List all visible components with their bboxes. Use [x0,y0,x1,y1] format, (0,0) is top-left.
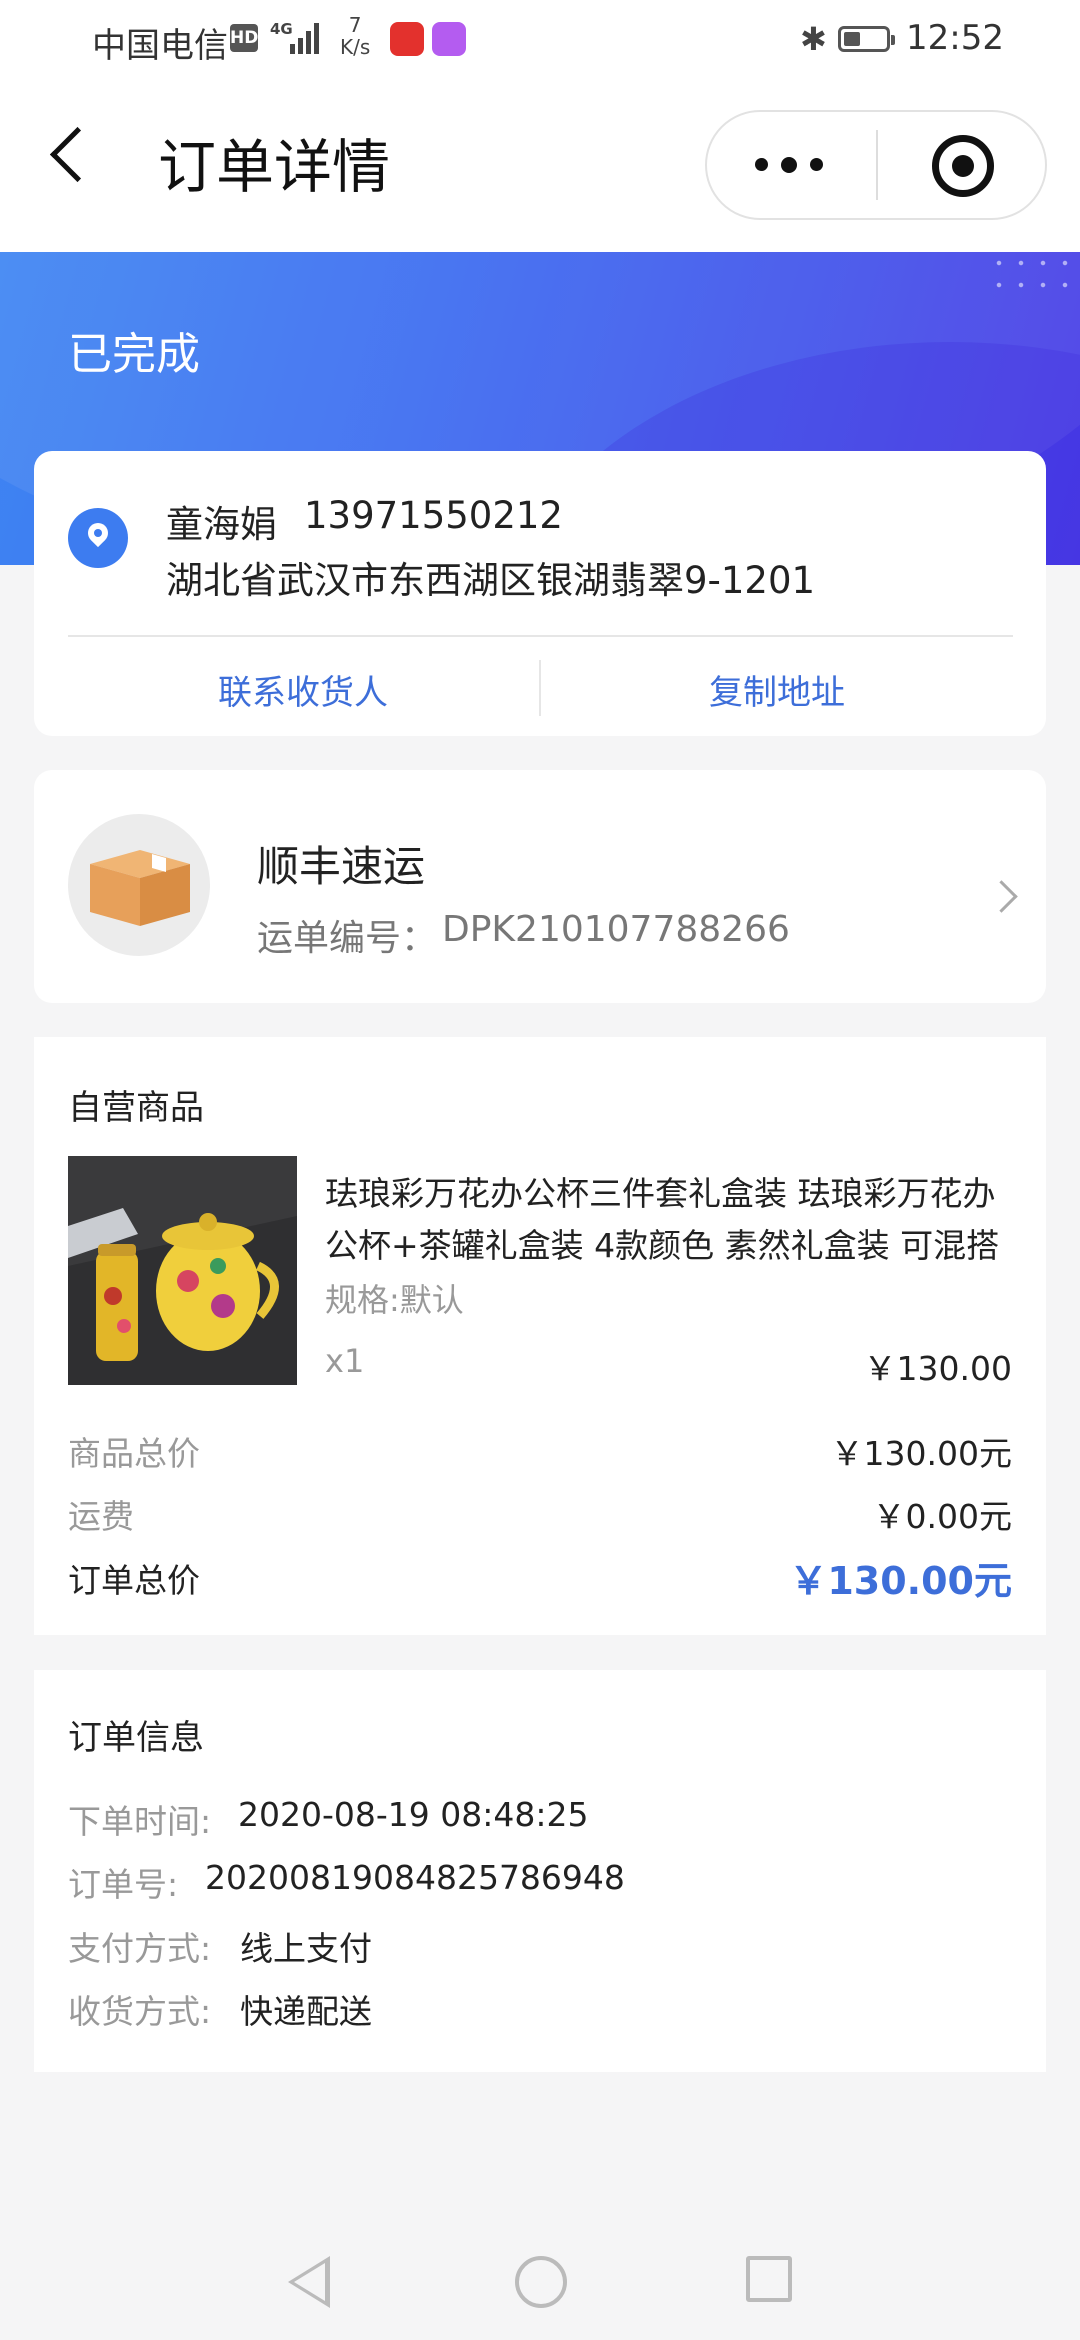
system-home-icon[interactable] [515,2256,567,2308]
waybill-number: DPK210107788266 [442,909,790,950]
order-info-title: 订单信息 [68,1718,204,1758]
signal-icon [290,23,319,54]
product-quantity: x1 [325,1342,365,1380]
order-time-label: 下单时间: [68,1802,212,1841]
chat-app-icon [432,22,466,56]
close-mini-program-icon[interactable] [932,135,994,197]
subtotal-label: 商品总价 [68,1434,200,1473]
goods-section-title: 自营商品 [68,1088,204,1128]
more-icon[interactable] [755,157,825,173]
copy-address-button[interactable]: 复制地址 [542,665,1012,714]
network-speed-value: 7 [348,13,362,37]
network-speed-unit: K/s [340,35,371,59]
divider [539,660,541,716]
carrier-name: 顺丰速运 [257,842,426,891]
waybill-label: 运单编号： [257,918,438,959]
divider [68,635,1013,637]
contact-receiver-button[interactable]: 联系收货人 [68,665,538,714]
payment-method-value: 线上支付 [240,1929,372,1968]
shopping-app-icon [390,22,424,56]
product-spec: 规格:默认 [325,1281,464,1319]
location-icon [68,508,128,568]
shipping-fee-value: ￥0.00元 [872,1497,1012,1536]
payment-method-label: 支付方式: [68,1929,212,1968]
order-time-value: 2020-08-19 08:48:25 [238,1795,589,1834]
product-title[interactable]: 珐琅彩万花办公杯三件套礼盒装 珐琅彩万花办公杯+茶罐礼盒装 4款颜色 素然礼盒装… [325,1168,1015,1272]
order-number-value: 20200819084825786948 [205,1858,625,1897]
subtotal-value: ￥130.00元 [830,1434,1012,1473]
order-number-label: 订单号: [68,1865,179,1904]
product-price: ￥130.00 [863,1349,1012,1388]
shipping-fee-label: 运费 [68,1497,134,1536]
system-back-icon[interactable] [288,2256,330,2308]
decorative-dots [988,252,1068,302]
package-icon [90,850,190,926]
receiver-phone: 13971550212 [304,494,563,537]
page-title: 订单详情 [158,133,391,201]
receiver-name: 童海娟 [166,503,277,546]
network-speed: 7 K/s [340,14,370,58]
receiver-address: 湖北省武汉市东西湖区银湖翡翠9-1201 [166,559,816,602]
delivery-method-value: 快递配送 [240,1992,372,2031]
product-image[interactable] [68,1156,297,1385]
order-total-label: 订单总价 [68,1561,200,1600]
delivery-method-label: 收货方式: [68,1992,212,2031]
carrier-name: 中国电信 [92,26,228,66]
hd-badge: HD [230,24,258,52]
status-time: 12:52 [906,18,1004,58]
system-recents-icon[interactable] [746,2256,792,2302]
battery-icon [838,26,895,52]
order-status: 已完成 [68,329,200,380]
bluetooth-icon: ✱ [800,20,827,58]
order-total-value: ￥130.00元 [789,1559,1012,1603]
capsule-divider [876,130,878,200]
